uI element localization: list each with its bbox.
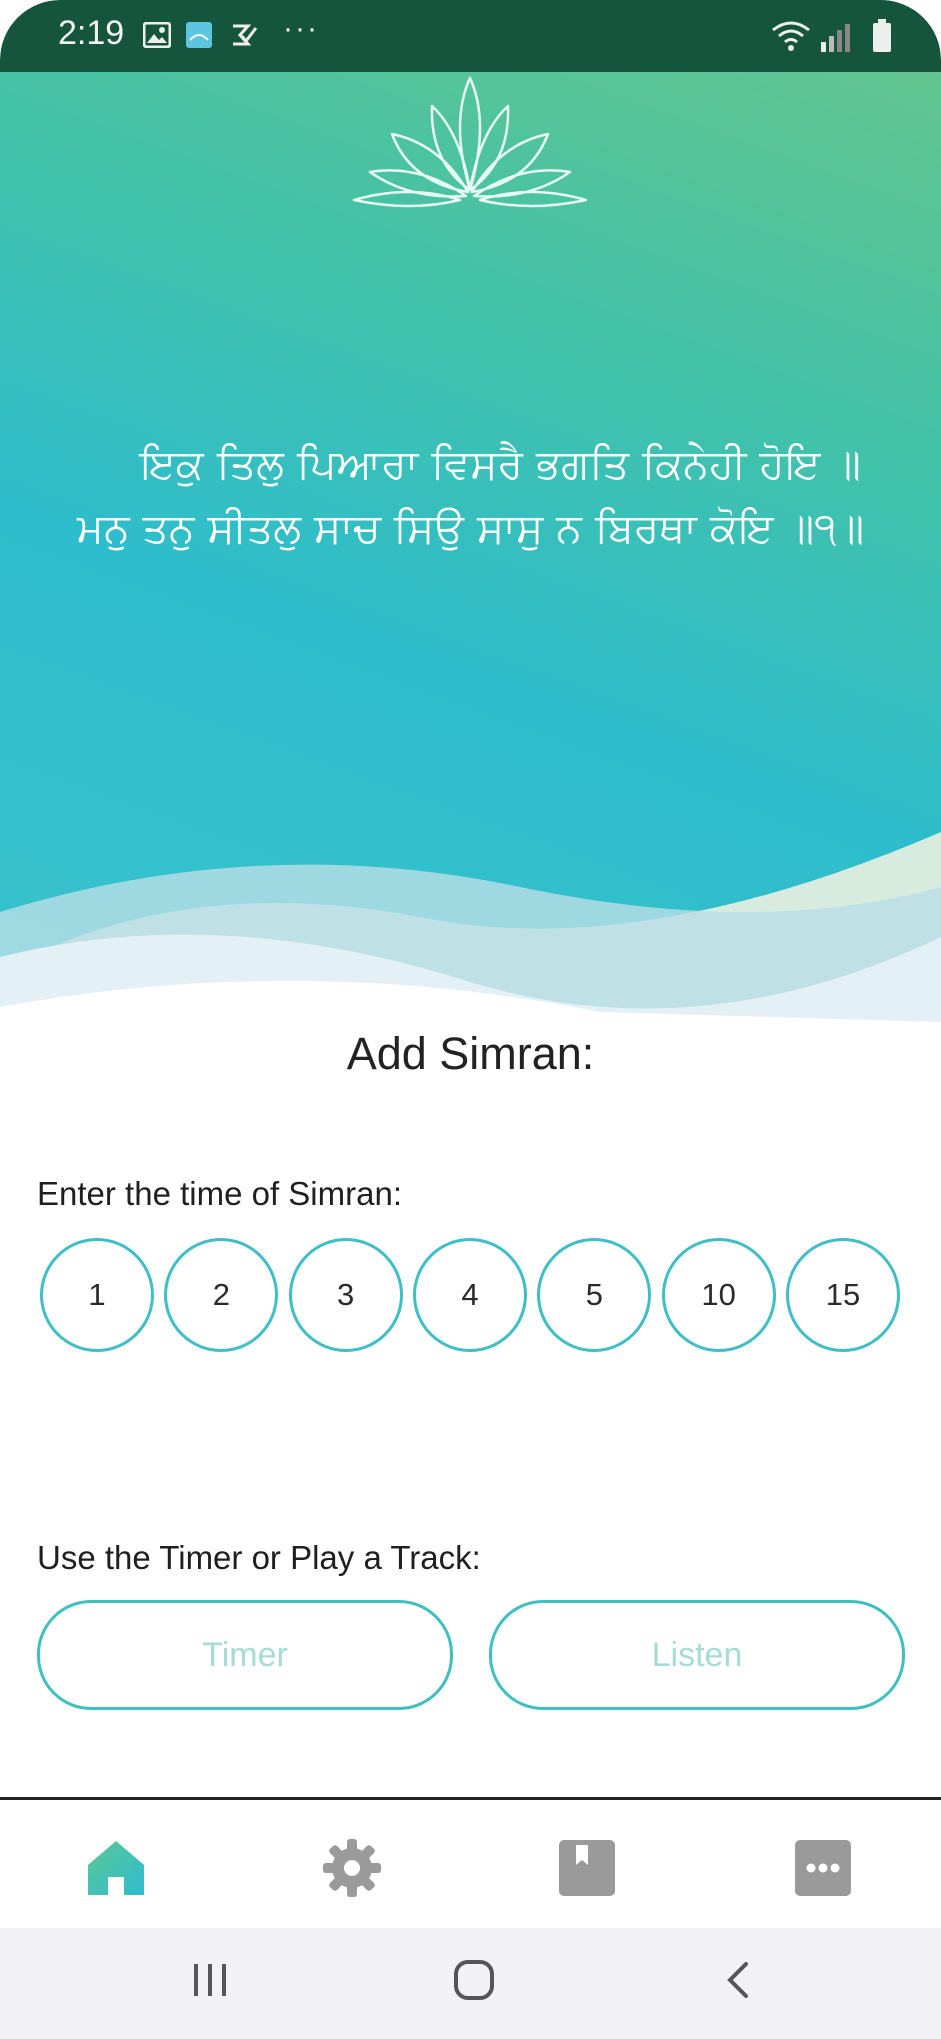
home-icon[interactable] [86, 1838, 146, 1898]
bookmark-icon[interactable] [557, 1838, 617, 1898]
wifi-icon [771, 18, 811, 54]
page-title: Add Simran: [346, 1028, 595, 1079]
verse-line-1: ਇਕੁ ਤਿਲੁ ਪਿਆਰਾ ਵਿਸਰੈ ਭਗਤਿ ਕਿਨੇਹੀ ਹੋਇ ॥ [140, 440, 861, 488]
image-icon [142, 21, 172, 52]
gurbani-verse: ਇਕੁ ਤਿਲੁ ਪਿਆਰਾ ਵਿਸਰੈ ਭਗਤਿ ਕਿਨੇਹੀ ਹੋਇ ॥ ਮ… [0, 432, 941, 560]
settings-icon[interactable] [322, 1838, 382, 1898]
wave-decoration [0, 832, 941, 1022]
time-option-5[interactable]: 5 [537, 1238, 652, 1352]
time-options: 1 2 3 4 5 10 15 [40, 1238, 900, 1352]
lotus-icon [350, 72, 590, 216]
recents-icon[interactable] [190, 1958, 230, 2006]
app-icon [186, 22, 212, 52]
time-option-2[interactable]: 2 [164, 1238, 279, 1352]
mode-label: Use the Timer or Play a Track: [37, 1539, 481, 1576]
verse-line-2: ਮਨੁ ਤਨੁ ਸੀਤਲੁ ਸਾਚ ਸਿਉ ਸਾਸੁ ਨ ਬਿਰਥਾ ਕੋਇ ॥… [76, 504, 865, 552]
battery-icon [871, 18, 893, 54]
time-option-10[interactable]: 10 [661, 1238, 776, 1352]
time-option-15[interactable]: 15 [785, 1238, 900, 1352]
check-icon [230, 22, 258, 52]
hero-banner: ਇਕੁ ਤਿਲੁ ਪਿਆਰਾ ਵਿਸਰੈ ਭਗਤਿ ਕਿਨੇਹੀ ਹੋਇ ॥ ਮ… [0, 72, 941, 1022]
more-dots-icon: ··· [283, 12, 319, 45]
time-option-4[interactable]: 4 [412, 1238, 527, 1352]
timer-button[interactable]: Timer [37, 1600, 453, 1710]
phone-screen: 2:19 ··· ਇਕੁ ਤਿਲੁ ਪਿਆਰਾ ਵਿਸਰੈ ਭਗਤਿ ਕਿਨੇਹ… [0, 0, 941, 2039]
more-icon[interactable] [793, 1838, 853, 1898]
system-nav [0, 1928, 941, 2039]
status-bar: 2:19 ··· [0, 0, 941, 72]
listen-button[interactable]: Listen [489, 1600, 905, 1710]
status-time: 2:19 [58, 14, 125, 52]
time-label: Enter the time of Simran: [37, 1175, 402, 1212]
time-option-3[interactable]: 3 [288, 1238, 403, 1352]
home-circle-icon[interactable] [452, 1958, 496, 2006]
back-icon[interactable] [720, 1958, 756, 2006]
bottom-nav [0, 1800, 941, 1928]
signal-icon [819, 18, 855, 54]
time-option-1[interactable]: 1 [40, 1238, 154, 1352]
